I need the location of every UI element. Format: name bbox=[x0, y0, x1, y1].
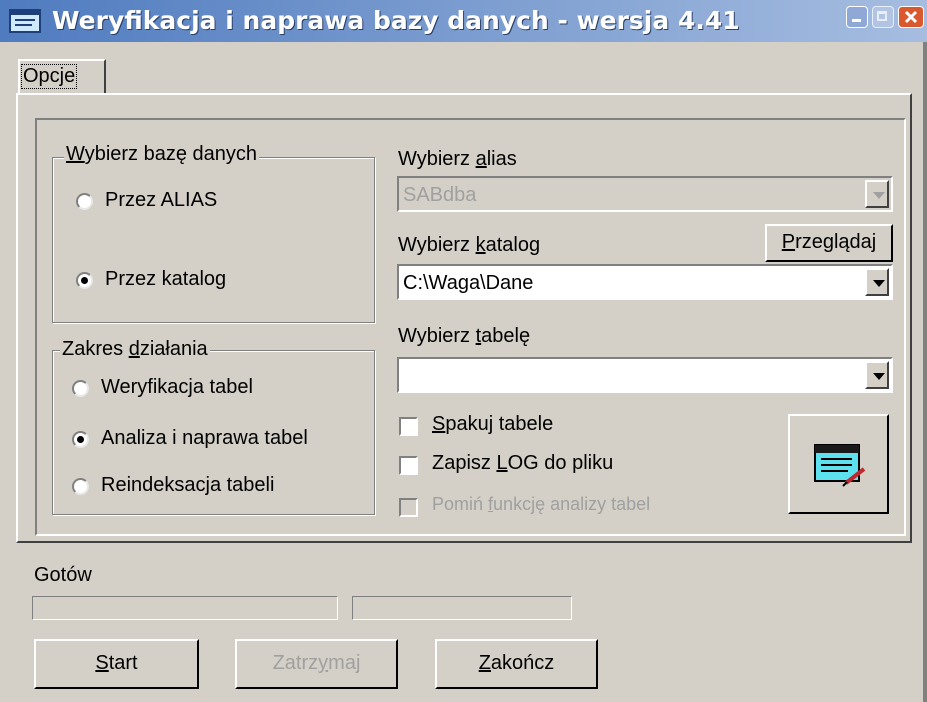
alias-value: SABdba bbox=[403, 184, 477, 206]
checkbox-box bbox=[399, 498, 418, 517]
select-db-group bbox=[52, 157, 375, 323]
notepad-icon bbox=[814, 444, 866, 487]
radio-circle bbox=[76, 193, 93, 210]
progress-bar-main bbox=[32, 596, 338, 620]
catalog-label: Wybierz katalog bbox=[398, 234, 541, 256]
checkbox-box bbox=[399, 456, 418, 475]
checkbox-box bbox=[399, 417, 418, 436]
status-text: Gotów bbox=[34, 564, 92, 586]
app-icon bbox=[9, 9, 41, 33]
browse-label: Przeglądaj bbox=[781, 231, 877, 253]
radio-circle bbox=[72, 380, 89, 397]
scope-legend: Zakres działania bbox=[60, 338, 210, 361]
radio-label: Przez ALIAS bbox=[105, 189, 218, 211]
window-title: Weryfikacja i naprawa bazy danych - wers… bbox=[52, 6, 740, 35]
checkbox-label: Spakuj tabele bbox=[432, 413, 554, 435]
checkbox-label: Zapisz LOG do pliku bbox=[432, 452, 614, 474]
window-frame-right bbox=[923, 42, 927, 702]
radio-circle bbox=[76, 272, 93, 289]
table-label: Wybierz tabelę bbox=[398, 325, 531, 347]
checkbox-zapisz-log[interactable]: Zapisz LOG do pliku bbox=[399, 452, 739, 478]
notepad-action-button[interactable] bbox=[788, 414, 889, 514]
close-button[interactable] bbox=[898, 6, 924, 28]
radio-analiza-i-naprawa[interactable]: Analiza i naprawa tabel bbox=[72, 427, 362, 453]
browse-button[interactable]: Przeglądaj bbox=[765, 224, 893, 262]
radio-circle bbox=[72, 478, 89, 495]
radio-reindeksacja-tabeli[interactable]: Reindeksacja tabeli bbox=[72, 474, 352, 500]
tab-opcje[interactable]: Opcje bbox=[18, 59, 106, 94]
chevron-down-icon bbox=[873, 280, 885, 287]
close-icon bbox=[904, 10, 918, 24]
radio-weryfikacja-tabel[interactable]: Weryfikacja tabel bbox=[72, 376, 352, 402]
chevron-down-icon bbox=[873, 192, 885, 199]
checkbox-label: Pomiń funkcję analizy tabel bbox=[432, 494, 651, 514]
checkbox-pomin-funkcje[interactable]: Pomiń funkcję analizy tabel bbox=[399, 494, 739, 520]
radio-label: Weryfikacja tabel bbox=[101, 376, 253, 398]
stop-button[interactable]: Zatrzymaj bbox=[235, 639, 398, 689]
radio-circle bbox=[72, 431, 89, 448]
close-app-label: Zakończ bbox=[478, 652, 555, 674]
radio-label: Reindeksacja tabeli bbox=[101, 474, 275, 496]
maximize-button[interactable] bbox=[872, 6, 894, 28]
radio-przez-katalog[interactable]: Przez katalog bbox=[76, 268, 276, 294]
chevron-down-icon bbox=[873, 373, 885, 380]
alias-dropdown-button[interactable] bbox=[865, 180, 889, 208]
table-combobox[interactable] bbox=[397, 357, 893, 393]
start-button[interactable]: Start bbox=[34, 639, 199, 689]
catalog-value: C:\Waga\Dane bbox=[403, 272, 534, 294]
progress-bar-secondary bbox=[352, 596, 572, 620]
stop-label: Zatrzymaj bbox=[272, 652, 361, 674]
tab-label: Opcje bbox=[20, 64, 78, 89]
maximize-icon bbox=[877, 11, 887, 21]
minimize-button[interactable] bbox=[846, 6, 868, 28]
title-bar: Weryfikacja i naprawa bazy danych - wers… bbox=[0, 0, 927, 42]
catalog-dropdown-button[interactable] bbox=[865, 268, 889, 296]
radio-przez-alias[interactable]: Przez ALIAS bbox=[76, 189, 276, 215]
start-label: Start bbox=[95, 652, 138, 674]
table-dropdown-button[interactable] bbox=[865, 361, 889, 389]
checkbox-spakuj-tabele[interactable]: Spakuj tabele bbox=[399, 413, 739, 439]
catalog-combobox[interactable]: C:\Waga\Dane bbox=[397, 264, 893, 300]
radio-label: Przez katalog bbox=[105, 268, 227, 290]
radio-label: Analiza i naprawa tabel bbox=[101, 427, 308, 449]
select-db-legend: Wybierz bazę danych bbox=[64, 143, 260, 166]
close-app-button[interactable]: Zakończ bbox=[435, 639, 598, 689]
alias-combobox[interactable]: SABdba bbox=[397, 176, 893, 212]
alias-label: Wybierz alias bbox=[398, 148, 517, 170]
minimize-icon bbox=[852, 19, 861, 22]
